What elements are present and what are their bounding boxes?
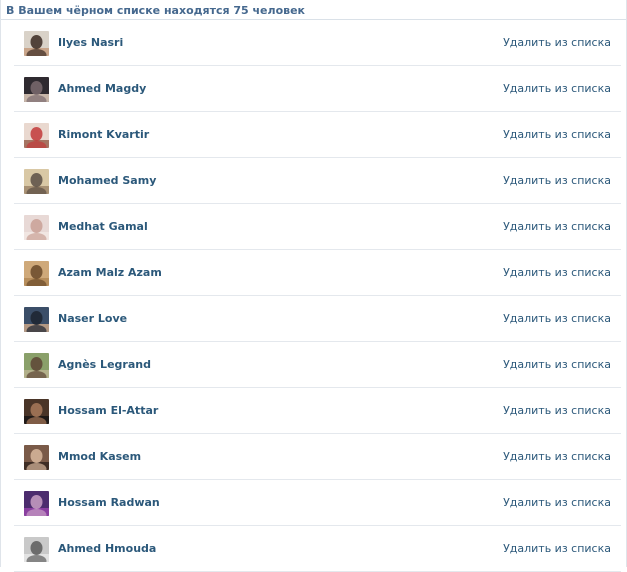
user-name-link[interactable]: Naser Love [58,310,127,327]
list-item: Agnès Legrand Удалить из списка [14,342,621,388]
remove-from-list-link[interactable]: Удалить из списка [503,126,611,143]
user-name-link[interactable]: Ahmed Magdy [58,80,146,97]
list-item: Mohamed Samy Удалить из списка [14,158,621,204]
remove-from-list-link[interactable]: Удалить из списка [503,172,611,189]
remove-from-list-link[interactable]: Удалить из списка [503,356,611,373]
remove-from-list-link[interactable]: Удалить из списка [503,34,611,51]
blacklist-summary: В Вашем чёрном списке находятся 75 челов… [6,4,306,17]
rimont-kvartir-avatar[interactable] [24,123,49,148]
blacklist-panel: В Вашем чёрном списке находятся 75 челов… [0,0,627,572]
user-name-link[interactable]: Ilyes Nasri [58,34,123,51]
user-name-link[interactable]: Agnès Legrand [58,356,151,373]
list-item: Rimont Kvartir Удалить из списка [14,112,621,158]
list-item: Naser Love Удалить из списка [14,296,621,342]
ahmed-magdy-avatar[interactable] [24,77,49,102]
user-name-link[interactable]: Ahmed Hmouda [58,540,156,557]
remove-from-list-link[interactable]: Удалить из списка [503,80,611,97]
user-name-link[interactable]: Medhat Gamal [58,218,148,235]
list-item: Azam Malz Azam Удалить из списка [14,250,621,296]
remove-from-list-link[interactable]: Удалить из списка [503,402,611,419]
agnes-legrand-avatar[interactable] [24,353,49,378]
remove-from-list-link[interactable]: Удалить из списка [503,264,611,281]
naser-love-avatar[interactable] [24,307,49,332]
list-item: Ilyes Nasri Удалить из списка [14,20,621,66]
user-name-link[interactable]: Rimont Kvartir [58,126,149,143]
user-name-link[interactable]: Mohamed Samy [58,172,156,189]
remove-from-list-link[interactable]: Удалить из списка [503,448,611,465]
azam-malz-azam-avatar[interactable] [24,261,49,286]
list-item: Ahmed Hmouda Удалить из списка [14,526,621,572]
list-item: Medhat Gamal Удалить из списка [14,204,621,250]
remove-from-list-link[interactable]: Удалить из списка [503,310,611,327]
list-item: Mmod Kasem Удалить из списка [14,434,621,480]
user-name-link[interactable]: Mmod Kasem [58,448,141,465]
hossam-radwan-avatar[interactable] [24,491,49,516]
mmod-kasem-avatar[interactable] [24,445,49,470]
list-item: Ahmed Magdy Удалить из списка [14,66,621,112]
user-name-link[interactable]: Hossam Radwan [58,494,160,511]
mohamed-samy-avatar[interactable] [24,169,49,194]
user-name-link[interactable]: Azam Malz Azam [58,264,162,281]
remove-from-list-link[interactable]: Удалить из списка [503,218,611,235]
list-item: Hossam El-Attar Удалить из списка [14,388,621,434]
medhat-gamal-avatar[interactable] [24,215,49,240]
remove-from-list-link[interactable]: Удалить из списка [503,540,611,557]
ilyes-nasri-avatar[interactable] [24,31,49,56]
list-item: Hossam Radwan Удалить из списка [14,480,621,526]
blacklist-list: Ilyes Nasri Удалить из списка Ahmed Magdy У… [14,20,621,572]
hossam-el-attar-avatar[interactable] [24,399,49,424]
ahmed-hmouda-avatar[interactable] [24,537,49,562]
remove-from-list-link[interactable]: Удалить из списка [503,494,611,511]
user-name-link[interactable]: Hossam El-Attar [58,402,158,419]
